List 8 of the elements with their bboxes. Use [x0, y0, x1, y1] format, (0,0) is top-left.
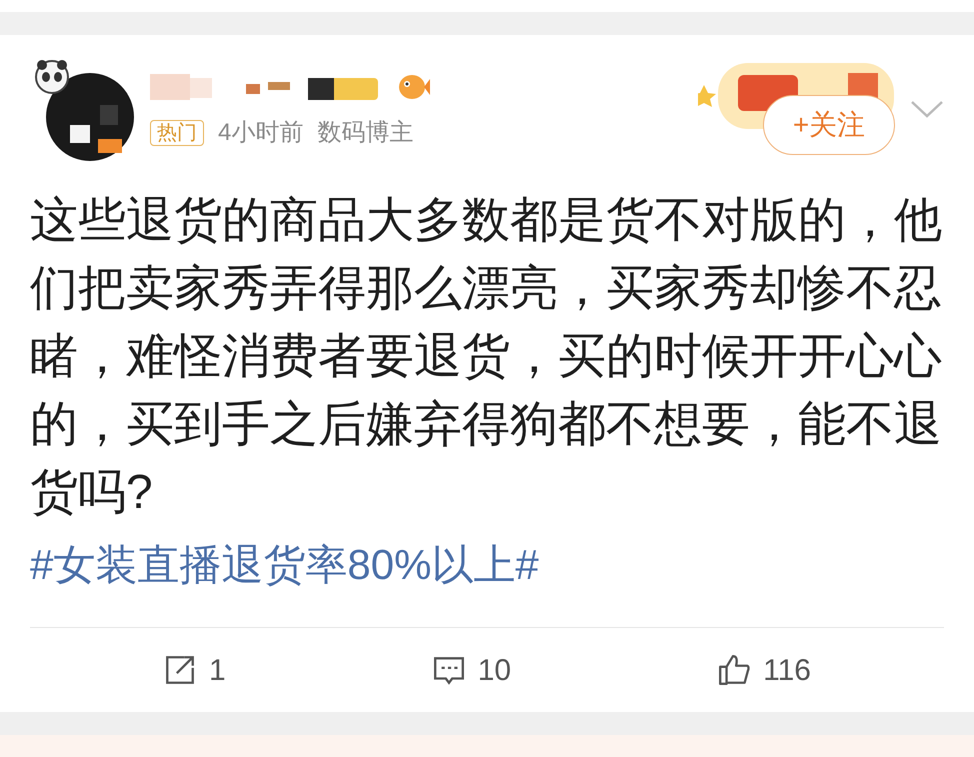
share-button[interactable]: 1 [163, 648, 226, 692]
comment-button[interactable]: 10 [432, 648, 512, 692]
hot-tag: 热门 [150, 120, 204, 146]
post-text: 这些退货的商品大多数都是货不对版的，他们把卖家秀弄得那么漂亮，买家秀却惨不忍睹，难怪消费者要退货，买的时候开开心心的，买到手之后嫌弃得狗都不想要，能不退货吗? [30, 193, 943, 521]
post-time: 4小时前 [218, 118, 304, 148]
author-tag: 数码博主 [317, 115, 414, 151]
hashtag-link[interactable]: #女装直播退货率80%以上# [30, 531, 944, 599]
like-button[interactable]: 116 [717, 648, 811, 692]
